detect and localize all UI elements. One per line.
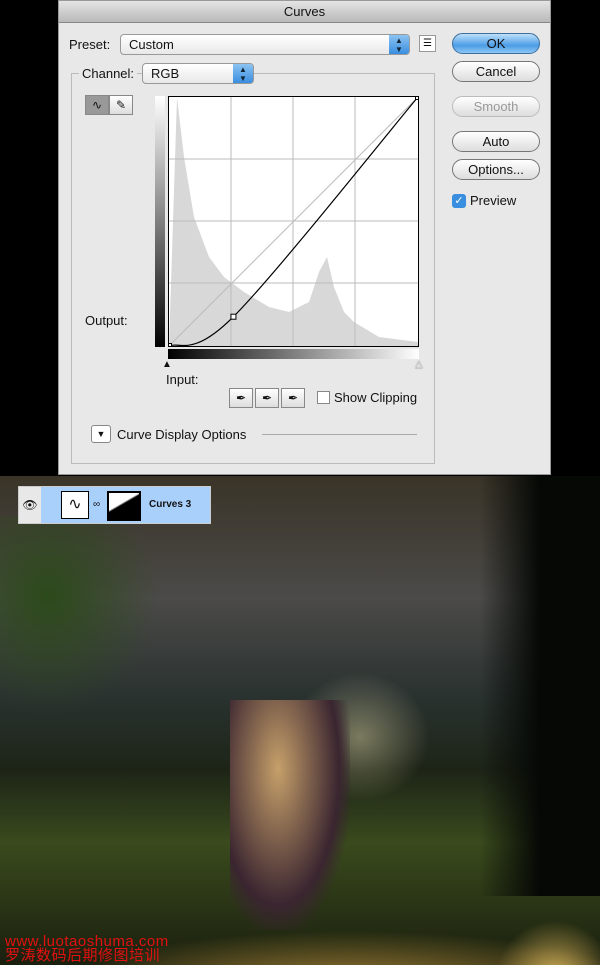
curve-point-tool-icon[interactable]: ∿ [85,95,109,115]
fairy-figure [230,700,350,930]
show-clipping-checkbox[interactable] [317,391,330,404]
channel-select[interactable]: RGB ▲ ▼ [142,63,254,84]
output-label: Output: [85,313,128,328]
curve-display-options-label: Curve Display Options [117,427,247,442]
tree-foliage [0,516,160,716]
curve-control-point[interactable] [166,343,172,349]
curves-dialog: Curves Preset: Custom ▲ ▼ ☰ Channel: RGB ▲ ▼… [58,0,551,475]
curve-control-point[interactable] [415,94,421,100]
layer-mask-thumbnail[interactable] [107,491,141,521]
black-eyedropper-icon[interactable]: ✒ [229,388,253,408]
preset-select[interactable]: Custom ▲ ▼ [120,34,410,55]
expand-toggle-icon[interactable]: ▼ [91,425,111,443]
pencil-tool-icon[interactable]: ✎ [109,95,133,115]
watermark: www.luotaoshuma.com 罗涛数码后期修图培训 [5,934,169,964]
channel-value: RGB [151,66,180,81]
cancel-button[interactable]: Cancel [452,61,540,82]
link-icon[interactable]: ∞ [93,499,100,510]
auto-button[interactable]: Auto [452,131,540,152]
preset-options-icon[interactable]: ☰ [419,35,436,52]
gray-eyedropper-icon[interactable]: ✒ [255,388,279,408]
pine-tree [480,476,600,896]
black-point-slider[interactable]: ▲ [162,359,172,370]
watermark-text: 罗涛数码后期修图培训 [5,947,161,964]
channel-label: Channel: [79,66,138,81]
white-point-slider[interactable]: △ [415,359,423,370]
input-gradient [168,349,419,359]
select-arrows-icon: ▲ ▼ [389,35,409,54]
grid [168,96,419,347]
dialog-title: Curves [59,1,550,23]
eye-visibility-icon[interactable]: 👁 [19,487,41,523]
preview-checkbox[interactable]: ✓ [452,194,466,208]
white-eyedropper-icon[interactable]: ✒ [281,388,305,408]
divider [262,434,417,435]
select-arrows-icon: ▲ ▼ [233,64,253,83]
preset-label: Preset: [69,37,111,52]
options-button[interactable]: Options... [452,159,540,180]
preset-value: Custom [129,37,174,52]
curve-control-point[interactable] [230,313,237,320]
layer-row[interactable]: 👁 ∿ ∞ Curves 3 [18,486,211,524]
ok-button[interactable]: OK [452,33,540,54]
input-label: Input: [166,372,199,387]
curves-adjustment-icon: ∿ [61,491,89,519]
output-gradient [155,96,165,347]
layer-name: Curves 3 [149,499,192,510]
preview-label: Preview [470,193,517,208]
show-clipping-label: Show Clipping [334,390,418,405]
smooth-button[interactable]: Smooth [452,96,540,117]
curve-graph[interactable] [166,94,421,349]
